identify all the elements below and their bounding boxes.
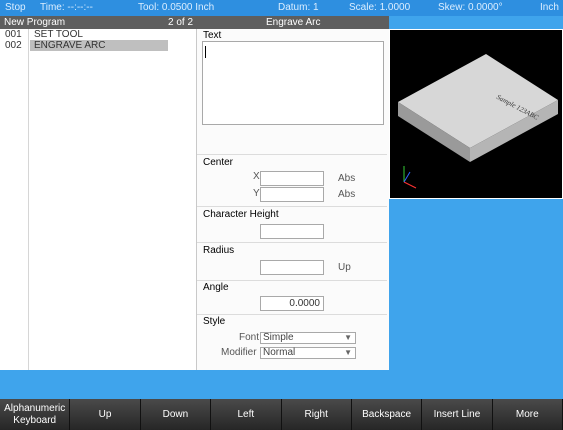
tool-readout: Tool: 0.0500 Inch bbox=[138, 2, 215, 13]
datum-readout: Datum: 1 bbox=[278, 2, 319, 13]
skew-readout: Skew: 0.0000° bbox=[438, 2, 503, 13]
angle-input[interactable]: 0.0000 bbox=[260, 296, 324, 311]
engrave-arc-form: Text Center X Abs Y Abs Character Height… bbox=[197, 29, 389, 370]
program-step-list[interactable]: 001 SET TOOL 002 ENGRAVE ARC bbox=[0, 29, 197, 370]
step-number: 002 bbox=[5, 40, 22, 51]
block-top-face bbox=[398, 54, 558, 148]
y-mode[interactable]: Abs bbox=[338, 189, 355, 200]
units-readout: Inch bbox=[540, 2, 559, 13]
y-label: Y bbox=[253, 188, 260, 199]
text-section: Text bbox=[197, 29, 387, 155]
radius-label: Radius bbox=[203, 245, 235, 256]
modifier-select[interactable]: Normal ▼ bbox=[260, 347, 356, 359]
current-step-title: Engrave Arc bbox=[266, 17, 321, 28]
x-label: X bbox=[253, 171, 260, 182]
angle-label: Angle bbox=[203, 282, 229, 293]
alphanumeric-keyboard-button[interactable]: Alphanumeric Keyboard bbox=[0, 399, 71, 430]
text-cursor bbox=[205, 46, 206, 58]
status-bar: Stop Time: --:--:-- Tool: 0.0500 Inch Da… bbox=[0, 0, 563, 16]
step-number: 001 bbox=[5, 29, 22, 40]
message-strip bbox=[0, 370, 563, 399]
step-label: ENGRAVE ARC bbox=[30, 40, 168, 51]
machine-mode: Stop bbox=[5, 2, 26, 13]
char-height-section: Character Height bbox=[197, 207, 387, 243]
axis-z-line bbox=[403, 171, 411, 183]
time-readout: Time: --:--:-- bbox=[40, 2, 93, 13]
3d-preview[interactable]: Sample 123ABC bbox=[389, 29, 563, 199]
modifier-value: Normal bbox=[263, 347, 296, 358]
radius-input[interactable] bbox=[260, 260, 324, 275]
down-button[interactable]: Down bbox=[140, 399, 212, 430]
step-label: SET TOOL bbox=[34, 29, 83, 40]
text-input[interactable] bbox=[202, 41, 384, 125]
radius-section: Radius Up bbox=[197, 243, 387, 281]
modifier-label: Modifier bbox=[221, 347, 257, 358]
center-section: Center X Abs Y Abs bbox=[197, 155, 387, 207]
text-label: Text bbox=[203, 30, 222, 41]
program-name: New Program bbox=[4, 17, 66, 28]
char-height-label: Character Height bbox=[203, 209, 279, 220]
more-button[interactable]: More bbox=[492, 399, 563, 430]
program-header: New Program 2 of 2 Engrave Arc bbox=[0, 16, 389, 29]
program-step-row-selected[interactable]: 002 ENGRAVE ARC bbox=[0, 40, 196, 51]
axis-x-line bbox=[403, 181, 417, 189]
program-position: 2 of 2 bbox=[168, 17, 194, 28]
backspace-button[interactable]: Backspace bbox=[351, 399, 423, 430]
x-mode[interactable]: Abs bbox=[338, 173, 355, 184]
softkey-bar: Alphanumeric Keyboard Up Down Left Right… bbox=[0, 399, 563, 430]
scale-readout: Scale: 1.0000 bbox=[349, 2, 411, 13]
left-button[interactable]: Left bbox=[211, 399, 282, 430]
angle-section: Angle 0.0000 bbox=[197, 281, 387, 315]
font-select[interactable]: Simple ▼ bbox=[260, 332, 356, 344]
center-label: Center bbox=[203, 157, 234, 168]
part-preview-graphic: Sample 123ABC bbox=[398, 54, 558, 189]
angle-value: 0.0000 bbox=[289, 298, 320, 309]
center-y-input[interactable] bbox=[260, 187, 324, 202]
radius-direction[interactable]: Up bbox=[338, 262, 351, 273]
right-button[interactable]: Right bbox=[281, 399, 352, 430]
chevron-down-icon: ▼ bbox=[344, 333, 352, 342]
program-step-row[interactable]: 001 SET TOOL bbox=[0, 29, 196, 40]
insert-line-button[interactable]: Insert Line bbox=[422, 399, 493, 430]
font-label: Font bbox=[239, 332, 260, 343]
style-label: Style bbox=[203, 316, 226, 327]
center-x-input[interactable] bbox=[260, 171, 324, 186]
chevron-down-icon: ▼ bbox=[344, 348, 352, 357]
char-height-input[interactable] bbox=[260, 224, 324, 239]
line-number-divider bbox=[28, 29, 29, 370]
up-button[interactable]: Up bbox=[70, 399, 141, 430]
font-value: Simple bbox=[263, 332, 294, 343]
style-section: Style Font Simple ▼ Modifier Normal ▼ bbox=[197, 315, 387, 370]
